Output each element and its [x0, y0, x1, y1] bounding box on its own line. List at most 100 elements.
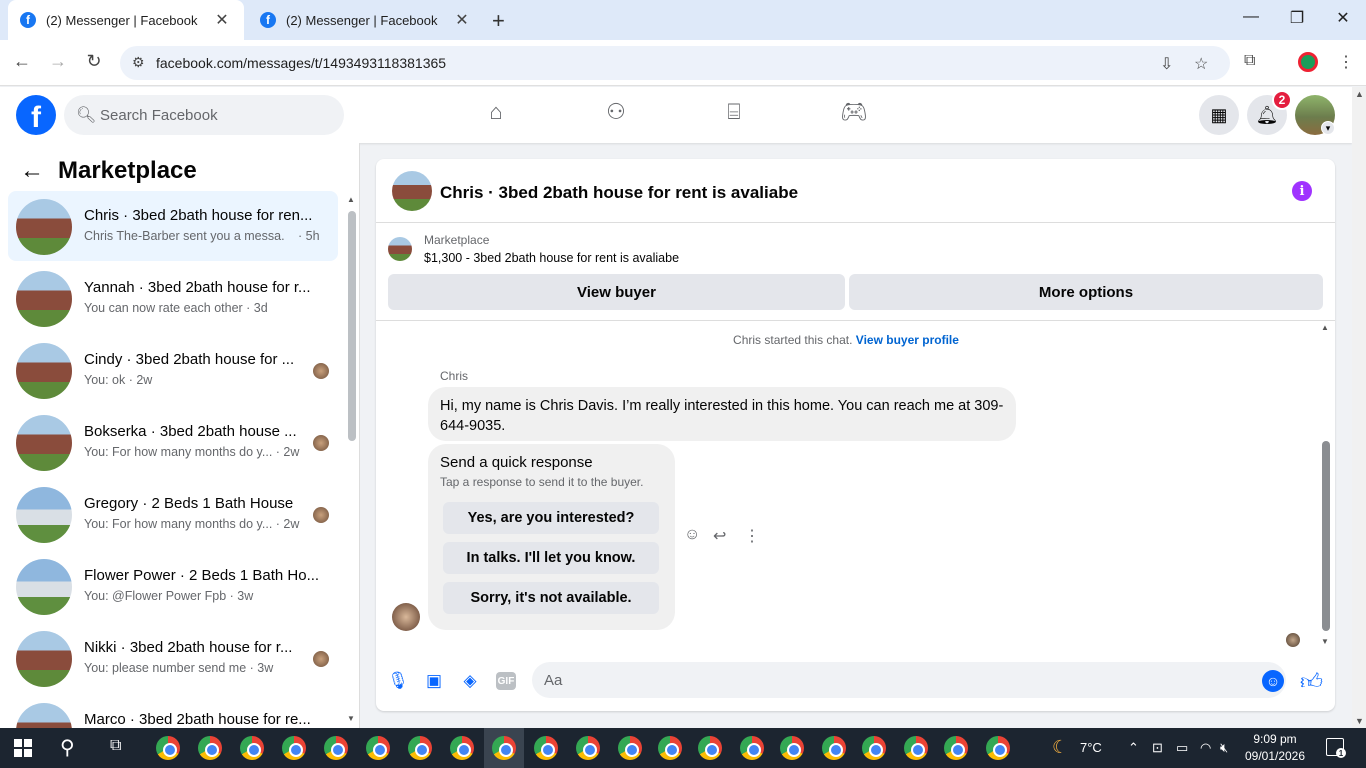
- info-icon[interactable]: i: [1292, 181, 1312, 201]
- chrome-icon[interactable]: [324, 736, 348, 760]
- chrome-icon[interactable]: [658, 736, 682, 760]
- chrome-icon[interactable]: [240, 736, 264, 760]
- search-input[interactable]: 🔍︎ Search Facebook: [64, 95, 344, 135]
- system-clock[interactable]: 9:09 pm 09/01/2026: [1240, 731, 1310, 765]
- page-scrollbar[interactable]: ▲ ▼: [1352, 87, 1366, 728]
- chrome-icon[interactable]: [534, 736, 558, 760]
- site-settings-icon[interactable]: ⚙: [132, 54, 145, 71]
- chrome-icon[interactable]: [408, 736, 432, 760]
- volume-muted-icon[interactable]: 🔇︎: [1220, 740, 1228, 756]
- emoji-icon[interactable]: ☺: [1262, 670, 1284, 692]
- chevron-down-icon[interactable]: ▾: [1321, 121, 1335, 135]
- chrome-icon[interactable]: [740, 736, 764, 760]
- windows-start-icon[interactable]: [14, 739, 32, 757]
- browser-profile-avatar[interactable]: [1298, 52, 1318, 72]
- back-icon[interactable]: ←: [10, 51, 34, 72]
- chrome-icon[interactable]: [904, 736, 928, 760]
- new-tab-icon[interactable]: +: [492, 8, 505, 34]
- chrome-icon[interactable]: [576, 736, 600, 760]
- chrome-icon[interactable]: [986, 736, 1010, 760]
- menu-grid-icon[interactable]: ▦: [1199, 95, 1239, 135]
- battery-icon[interactable]: ▭: [1176, 740, 1188, 756]
- sticker-icon[interactable]: ◈: [459, 670, 481, 692]
- chrome-icon[interactable]: [492, 736, 516, 760]
- marketplace-icon[interactable]: ⌸: [714, 99, 754, 131]
- conversation-item[interactable]: Chris · 3bed 2bath house for ren... Chri…: [8, 191, 338, 261]
- forward-icon[interactable]: →: [46, 51, 70, 72]
- thread-scrollbar[interactable]: ▲ ▼: [1320, 321, 1332, 651]
- home-icon[interactable]: ⌂: [476, 99, 516, 131]
- scroll-up-icon[interactable]: ▲: [347, 195, 355, 204]
- back-arrow-icon[interactable]: ←: [20, 157, 44, 185]
- chat-avatar[interactable]: [392, 171, 432, 211]
- photo-icon[interactable]: ▣: [423, 670, 445, 692]
- sidebar-scrollbar[interactable]: ▲ ▼: [346, 191, 356, 723]
- search-icon[interactable]: ⚲: [60, 735, 75, 760]
- friends-icon[interactable]: ⚇: [596, 99, 636, 131]
- scroll-down-icon[interactable]: ▼: [1321, 637, 1329, 646]
- chrome-icon[interactable]: [822, 736, 846, 760]
- quick-response-button[interactable]: Yes, are you interested?: [443, 502, 659, 534]
- search-tabs-icon[interactable]: ⧉: [1244, 52, 1255, 70]
- chrome-icon[interactable]: [366, 736, 390, 760]
- chrome-icon[interactable]: [698, 736, 722, 760]
- listing-thumbnail[interactable]: [388, 237, 412, 261]
- message-input[interactable]: Aa: [532, 662, 1286, 698]
- chrome-icon[interactable]: [450, 736, 474, 760]
- chrome-icon[interactable]: [156, 736, 180, 760]
- scroll-up-icon[interactable]: ▲: [1355, 89, 1364, 99]
- network-adapter-icon[interactable]: ⊡: [1152, 740, 1163, 756]
- sender-avatar[interactable]: [392, 603, 420, 631]
- task-view-icon[interactable]: ⧉: [110, 737, 121, 755]
- conversation-item[interactable]: Cindy · 3bed 2bath house for ... You: ok…: [8, 335, 338, 405]
- address-bar[interactable]: ⚙ facebook.com/messages/t/14934931183813…: [120, 46, 1230, 80]
- close-window-icon[interactable]: ✕: [1320, 8, 1366, 28]
- scroll-down-icon[interactable]: ▼: [347, 714, 355, 723]
- quick-response-button[interactable]: In talks. I'll let you know.: [443, 542, 659, 574]
- more-actions-icon[interactable]: ⋮: [744, 526, 760, 546]
- view-buyer-profile-link[interactable]: View buyer profile: [856, 333, 959, 347]
- chrome-icon[interactable]: [618, 736, 642, 760]
- scrollbar-thumb[interactable]: [348, 211, 356, 441]
- close-tab-icon[interactable]: ✕: [452, 10, 472, 30]
- scroll-down-icon[interactable]: ▼: [1355, 716, 1364, 726]
- chrome-icon[interactable]: [198, 736, 222, 760]
- gaming-icon[interactable]: 🎮︎: [834, 99, 874, 131]
- conversation-item[interactable]: Gregory · 2 Beds 1 Bath House You: For h…: [8, 479, 338, 549]
- bookmark-star-icon[interactable]: ☆: [1194, 54, 1208, 74]
- quick-response-button[interactable]: Sorry, it's not available.: [443, 582, 659, 614]
- chrome-icon[interactable]: [780, 736, 804, 760]
- install-app-icon[interactable]: ⇩: [1160, 54, 1173, 74]
- conversation-item[interactable]: Yannah · 3bed 2bath house for r... You c…: [8, 263, 338, 333]
- scrollbar-thumb[interactable]: [1322, 441, 1330, 631]
- scroll-up-icon[interactable]: ▲: [1321, 323, 1329, 332]
- listing-title[interactable]: $1,300 - 3bed 2bath house for rent is av…: [424, 251, 679, 265]
- browser-tab[interactable]: f (2) Messenger | Facebook ✕: [248, 0, 484, 40]
- chrome-icon[interactable]: [944, 736, 968, 760]
- react-smiley-icon[interactable]: ☺: [684, 526, 700, 544]
- close-tab-icon[interactable]: ✕: [212, 10, 232, 30]
- reply-icon[interactable]: ↩: [713, 526, 726, 546]
- microphone-icon[interactable]: 🎙︎: [387, 670, 409, 692]
- more-options-button[interactable]: More options: [849, 274, 1323, 310]
- minimize-icon[interactable]: —: [1228, 8, 1274, 26]
- message-bubble[interactable]: Hi, my name is Chris Davis. I’m really i…: [428, 387, 1016, 441]
- view-buyer-button[interactable]: View buyer: [388, 274, 845, 310]
- restore-icon[interactable]: ❐: [1274, 8, 1320, 28]
- chrome-icon[interactable]: [282, 736, 306, 760]
- weather-moon-icon[interactable]: ☾: [1052, 737, 1068, 758]
- thumbs-up-icon[interactable]: 👍︎: [1300, 668, 1323, 695]
- conversation-item[interactable]: Bokserka · 3bed 2bath house ... You: For…: [8, 407, 338, 477]
- temperature[interactable]: 7°C: [1080, 740, 1102, 755]
- gif-icon[interactable]: GIF: [496, 672, 516, 690]
- browser-tab-active[interactable]: f (2) Messenger | Facebook ✕: [8, 0, 244, 40]
- wifi-icon[interactable]: ◠: [1200, 740, 1211, 756]
- conversation-item[interactable]: Marco · 3bed 2bath house for re...: [8, 695, 338, 728]
- show-hidden-icons-icon[interactable]: ⌃: [1128, 740, 1139, 756]
- facebook-logo-icon[interactable]: f: [16, 95, 56, 135]
- chat-title[interactable]: Chris · 3bed 2bath house for rent is ava…: [440, 183, 798, 203]
- reload-icon[interactable]: ↻: [82, 51, 106, 72]
- browser-menu-icon[interactable]: ⋮: [1338, 52, 1354, 72]
- conversation-item[interactable]: Flower Power · 2 Beds 1 Bath Ho... You: …: [8, 551, 338, 621]
- conversation-item[interactable]: Nikki · 3bed 2bath house for r... You: p…: [8, 623, 338, 693]
